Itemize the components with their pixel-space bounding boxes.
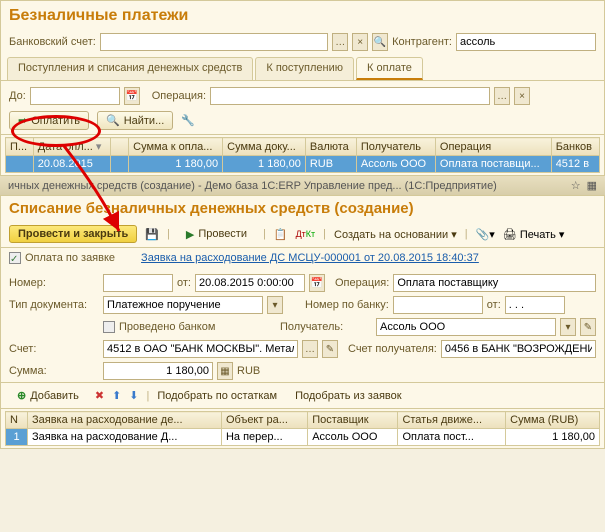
print-button[interactable]: 🖨 Печать ▾ xyxy=(503,228,565,241)
plus-icon: ⊕ xyxy=(17,389,26,402)
col-operation[interactable]: Операция xyxy=(435,138,551,156)
col-bank[interactable]: Банков xyxy=(551,138,599,156)
col-sum-rub[interactable]: Сумма (RUB) xyxy=(506,412,600,429)
to-date-label: До: xyxy=(9,90,26,102)
operation-label2: Операция: xyxy=(335,277,389,289)
delete-icon[interactable]: ✖ xyxy=(95,389,104,402)
clear-button[interactable]: × xyxy=(352,33,368,51)
bankno-input[interactable] xyxy=(393,296,483,314)
calc-icon[interactable]: ▦ xyxy=(217,362,233,380)
account-input[interactable] xyxy=(103,340,298,358)
find-button[interactable]: 🔍 Найти... xyxy=(97,111,173,130)
open-icon[interactable]: ✎ xyxy=(580,318,596,336)
currency-label: RUB xyxy=(237,365,260,377)
save-icon[interactable]: 💾 xyxy=(145,228,159,241)
calendar-icon[interactable]: 📅 xyxy=(124,87,140,105)
star-icon[interactable]: ☆ xyxy=(571,179,581,192)
search-icon[interactable]: 🔍 xyxy=(372,33,388,51)
col-object[interactable]: Объект ра... xyxy=(221,412,307,429)
bank-processed-checkbox[interactable] xyxy=(103,321,115,333)
payments-table: П... Дата опл... ▾ Сумма к опла... Сумма… xyxy=(5,137,600,173)
operation-input2[interactable] xyxy=(393,274,596,292)
payee-label: Получатель: xyxy=(280,321,372,333)
arrow-right-icon: ➡ xyxy=(18,114,27,127)
window-titlebar: ичных денежных средств (создание) - Демо… xyxy=(0,176,605,195)
counterparty-input[interactable] xyxy=(456,33,596,51)
ledger-icon[interactable]: 📋 xyxy=(274,228,288,241)
counterparty-label: Контрагент: xyxy=(392,36,452,48)
bank-processed-label: Проведено банком xyxy=(119,321,215,333)
to-date-input[interactable] xyxy=(30,87,120,105)
col-request[interactable]: Заявка на расходование де... xyxy=(28,412,222,429)
calendar-icon[interactable]: 📅 xyxy=(309,274,325,292)
lines-table: N Заявка на расходование де... Объект ра… xyxy=(5,411,600,446)
pay-by-request-checkbox[interactable] xyxy=(9,252,21,264)
form-title: Списание безналичных денежных средств (с… xyxy=(1,196,604,221)
number-label: Номер: xyxy=(9,277,99,289)
from-label: от: xyxy=(177,277,191,289)
bank-account-input[interactable] xyxy=(100,33,329,51)
bank-account-label: Банковский счет: xyxy=(9,36,96,48)
move-up-icon[interactable]: ⬆ xyxy=(112,389,121,402)
add-button[interactable]: ⊕ Добавить xyxy=(9,387,87,404)
col-payee[interactable]: Получатель xyxy=(356,138,435,156)
col-sum-pay[interactable]: Сумма к опла... xyxy=(129,138,223,156)
payee-input[interactable] xyxy=(376,318,556,336)
bank-from-label: от: xyxy=(487,299,501,311)
tabs: Поступления и списания денежных средств … xyxy=(1,57,604,81)
post-icon: ▶ xyxy=(186,228,194,241)
search-icon: 🔍 xyxy=(106,114,120,127)
payee-account-label: Счет получателя: xyxy=(348,343,437,355)
col-supplier[interactable]: Поставщик xyxy=(308,412,398,429)
col-currency[interactable]: Валюта xyxy=(305,138,356,156)
doctype-label: Тип документа: xyxy=(9,299,99,311)
dt-kt-icon[interactable]: ДтКт xyxy=(296,229,316,239)
table-row[interactable]: 20.08.2015 1 180,00 1 180,00 RUB Ассоль … xyxy=(6,156,600,173)
sum-input[interactable] xyxy=(103,362,213,380)
bankno-label: Номер по банку: xyxy=(305,299,389,311)
page-title: Безналичные платежи xyxy=(1,1,604,31)
attach-icon[interactable]: 📎▾ xyxy=(476,228,495,241)
operation-label: Операция: xyxy=(152,90,206,102)
col-sum-doc[interactable]: Сумма доку... xyxy=(223,138,306,156)
pick-requests-button[interactable]: Подобрать из заявок xyxy=(295,390,401,402)
tab-flows[interactable]: Поступления и списания денежных средств xyxy=(7,57,253,80)
payments-panel: Безналичные платежи Банковский счет: … ×… xyxy=(0,0,605,176)
tab-outgoing[interactable]: К оплате xyxy=(356,57,423,80)
pick-remainders-button[interactable]: Подобрать по остаткам xyxy=(157,390,277,402)
bank-from-input[interactable] xyxy=(505,296,565,314)
tab-incoming[interactable]: К поступлению xyxy=(255,57,354,80)
ellipsis-button[interactable]: … xyxy=(302,340,318,358)
ellipsis-button[interactable]: … xyxy=(332,33,348,51)
table-row[interactable]: 1 Заявка на расходование Д... На перер..… xyxy=(6,429,600,446)
payee-account-input[interactable] xyxy=(441,340,596,358)
account-label: Счет: xyxy=(9,343,99,355)
dropdown-icon[interactable]: ▾ xyxy=(560,318,576,336)
settings-icon[interactable]: 🔧 xyxy=(181,114,195,127)
doctype-input[interactable] xyxy=(103,296,263,314)
request-link[interactable]: Заявка на расходование ДС МСЦУ-000001 от… xyxy=(141,252,479,264)
dropdown-icon[interactable]: ▾ xyxy=(267,296,283,314)
col-p[interactable]: П... xyxy=(6,138,34,156)
pay-button[interactable]: ➡ Оплатить xyxy=(9,111,89,130)
writeoff-panel: Списание безналичных денежных средств (с… xyxy=(0,195,605,449)
open-icon[interactable]: ✎ xyxy=(322,340,338,358)
post-and-close-button[interactable]: Провести и закрыть xyxy=(9,225,137,243)
clear-button[interactable]: × xyxy=(514,87,530,105)
ellipsis-button[interactable]: … xyxy=(494,87,510,105)
number-input[interactable] xyxy=(103,274,173,292)
col-article[interactable]: Статья движе... xyxy=(398,412,506,429)
move-down-icon[interactable]: ⬇ xyxy=(129,389,138,402)
col-n[interactable]: N xyxy=(6,412,28,429)
date-input[interactable] xyxy=(195,274,305,292)
sum-label: Сумма: xyxy=(9,365,99,377)
pay-by-request-label: Оплата по заявке xyxy=(25,252,115,264)
col-date[interactable]: Дата опл... ▾ xyxy=(33,138,110,156)
grid-icon[interactable]: ▦ xyxy=(587,179,597,192)
col-blank[interactable] xyxy=(111,138,129,156)
operation-input[interactable] xyxy=(210,87,490,105)
create-based-on-menu[interactable]: Создать на основании ▾ xyxy=(334,228,457,241)
sort-icon: ▾ xyxy=(96,141,102,153)
post-button[interactable]: ▶ Провести xyxy=(178,226,255,243)
